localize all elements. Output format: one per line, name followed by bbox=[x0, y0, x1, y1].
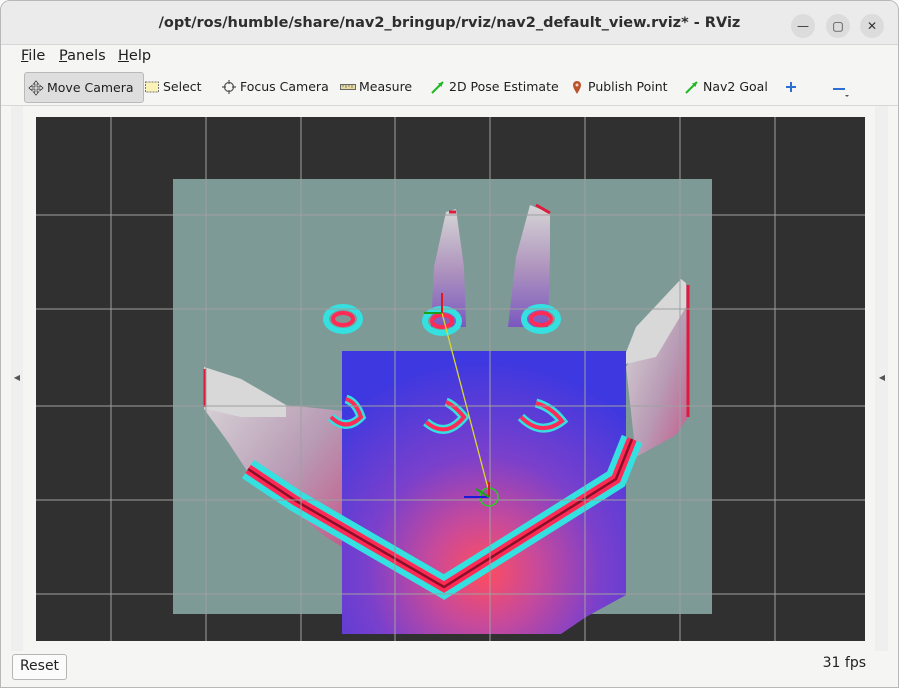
focus-camera-button[interactable]: Focus Camera bbox=[221, 72, 329, 101]
title-bar[interactable]: /opt/ros/humble/share/nav2_bringup/rviz/… bbox=[1, 1, 898, 45]
right-collapse-icon[interactable]: ◀ bbox=[876, 373, 888, 382]
tool-bar: Move Camera Select Focus Camera Measure … bbox=[1, 68, 898, 106]
add-tool-button[interactable] bbox=[783, 72, 802, 101]
3d-render-view[interactable] bbox=[36, 117, 865, 641]
nav2-goal-button[interactable]: Nav2 Goal bbox=[684, 72, 768, 101]
menu-help[interactable]: Help bbox=[118, 48, 151, 64]
select-button[interactable]: Select bbox=[144, 72, 202, 101]
map-pin-icon bbox=[569, 79, 585, 95]
reset-button[interactable]: Reset bbox=[12, 654, 67, 680]
pose-estimate-button[interactable]: 2D Pose Estimate bbox=[430, 72, 559, 101]
minus-icon bbox=[831, 79, 849, 97]
publish-point-button[interactable]: Publish Point bbox=[569, 72, 668, 101]
window-title: /opt/ros/humble/share/nav2_bringup/rviz/… bbox=[158, 15, 741, 31]
green-arrow-icon bbox=[684, 79, 700, 95]
green-arrow-icon bbox=[430, 79, 446, 95]
status-bar: Reset 31 fps bbox=[1, 651, 898, 687]
costmap-scene[interactable] bbox=[36, 117, 865, 641]
ruler-icon bbox=[340, 79, 356, 95]
menu-file[interactable]: File bbox=[21, 48, 45, 64]
menu-bar: File Panels Help bbox=[1, 45, 898, 67]
maximize-button[interactable]: ▢ bbox=[826, 14, 850, 38]
focus-camera-icon bbox=[221, 79, 237, 95]
plus-icon bbox=[783, 79, 799, 95]
left-collapse-icon[interactable]: ◀ bbox=[11, 373, 23, 382]
measure-button[interactable]: Measure bbox=[340, 72, 412, 101]
select-icon bbox=[144, 79, 160, 95]
move-camera-icon bbox=[28, 79, 44, 96]
close-button[interactable]: ✕ bbox=[860, 14, 884, 38]
fps-readout: 31 fps bbox=[822, 655, 866, 671]
minimize-button[interactable]: — bbox=[791, 14, 815, 38]
rviz-window: /opt/ros/humble/share/nav2_bringup/rviz/… bbox=[0, 0, 899, 688]
remove-tool-button[interactable] bbox=[831, 72, 850, 101]
move-camera-button[interactable]: Move Camera bbox=[24, 72, 144, 103]
menu-panels[interactable]: Panels bbox=[59, 48, 106, 64]
